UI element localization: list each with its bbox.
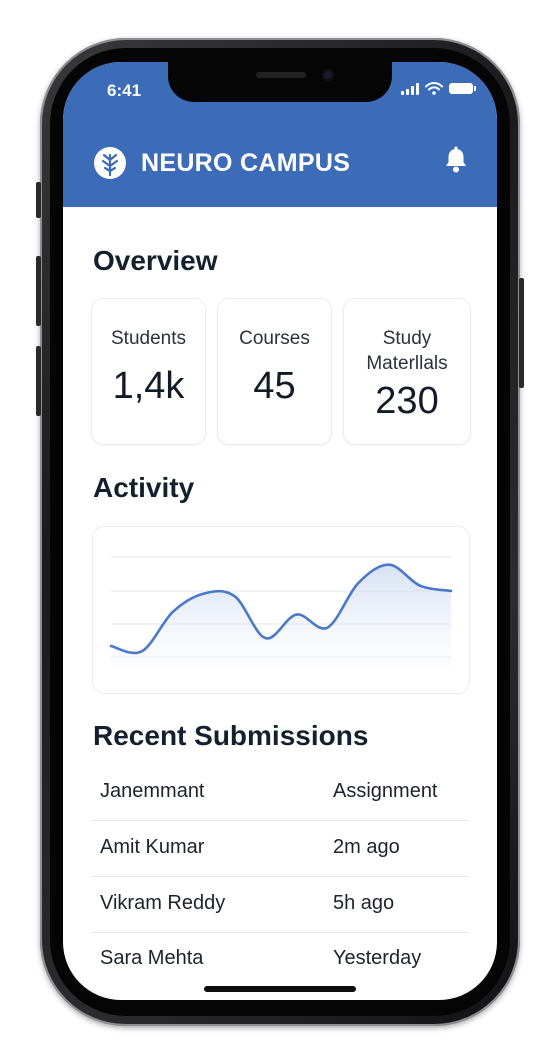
activity-chart-svg xyxy=(109,556,453,667)
table-row[interactable]: Vikram Reddy 5h ago xyxy=(92,877,468,933)
stat-card-courses[interactable]: Courses 45 xyxy=(217,298,332,445)
home-indicator[interactable] xyxy=(204,986,356,992)
stat-card-study-materials[interactable]: Study Materllals 230 xyxy=(343,298,471,445)
brain-tree-icon xyxy=(94,147,126,179)
stat-card-students[interactable]: Students 1,4k xyxy=(91,298,206,445)
stat-label-line2: Materllals xyxy=(366,353,448,374)
table-row[interactable]: Sara Mehta Yesterday xyxy=(92,932,468,987)
recent-submissions-title: Recent Submissions xyxy=(93,720,369,751)
stat-label-line1: Study xyxy=(382,328,432,349)
phone-screen: 6:41 NEURO CAMPUS Overview Students 1,4k… xyxy=(63,62,497,1000)
front-camera xyxy=(322,69,334,81)
mute-switch xyxy=(36,182,41,218)
volume-down-button xyxy=(36,346,41,416)
table-header-row: Janemmant Assignment xyxy=(92,765,468,821)
wifi-icon xyxy=(425,82,443,95)
submission-name: Sara Mehta xyxy=(100,947,204,969)
app-title: NEURO CAMPUS xyxy=(141,148,351,177)
power-button xyxy=(519,278,524,388)
status-icons xyxy=(401,82,476,95)
header-meta-cell: Assignment xyxy=(333,780,438,802)
header-name-cell: Janemmant xyxy=(100,780,205,802)
stat-label: Courses xyxy=(239,328,310,349)
brand[interactable]: NEURO CAMPUS xyxy=(93,146,350,180)
battery-icon xyxy=(449,83,476,94)
stat-label: Students xyxy=(111,328,186,349)
table-row[interactable]: Amit Kumar 2m ago xyxy=(92,821,468,877)
stat-value: 230 xyxy=(375,380,439,422)
camera-notch xyxy=(168,62,392,102)
overview-title: Overview xyxy=(93,245,218,276)
submission-time: 2m ago xyxy=(333,836,400,858)
signal-icon xyxy=(401,82,419,95)
submission-time: 5h ago xyxy=(333,892,395,914)
activity-chart[interactable] xyxy=(92,526,470,694)
status-time: 6:41 xyxy=(107,81,142,100)
submission-name: Vikram Reddy xyxy=(100,892,226,914)
bell-icon[interactable] xyxy=(443,146,469,174)
speaker-grille xyxy=(256,72,306,78)
stat-value: 45 xyxy=(253,365,296,407)
activity-title: Activity xyxy=(93,472,195,503)
stat-value: 1,4k xyxy=(112,365,185,407)
activity-area xyxy=(111,564,451,667)
volume-up-button xyxy=(36,256,41,326)
submission-name: Amit Kumar xyxy=(100,836,205,858)
submission-time: Yesterday xyxy=(333,947,422,969)
app-header: 6:41 NEURO CAMPUS xyxy=(63,62,497,207)
